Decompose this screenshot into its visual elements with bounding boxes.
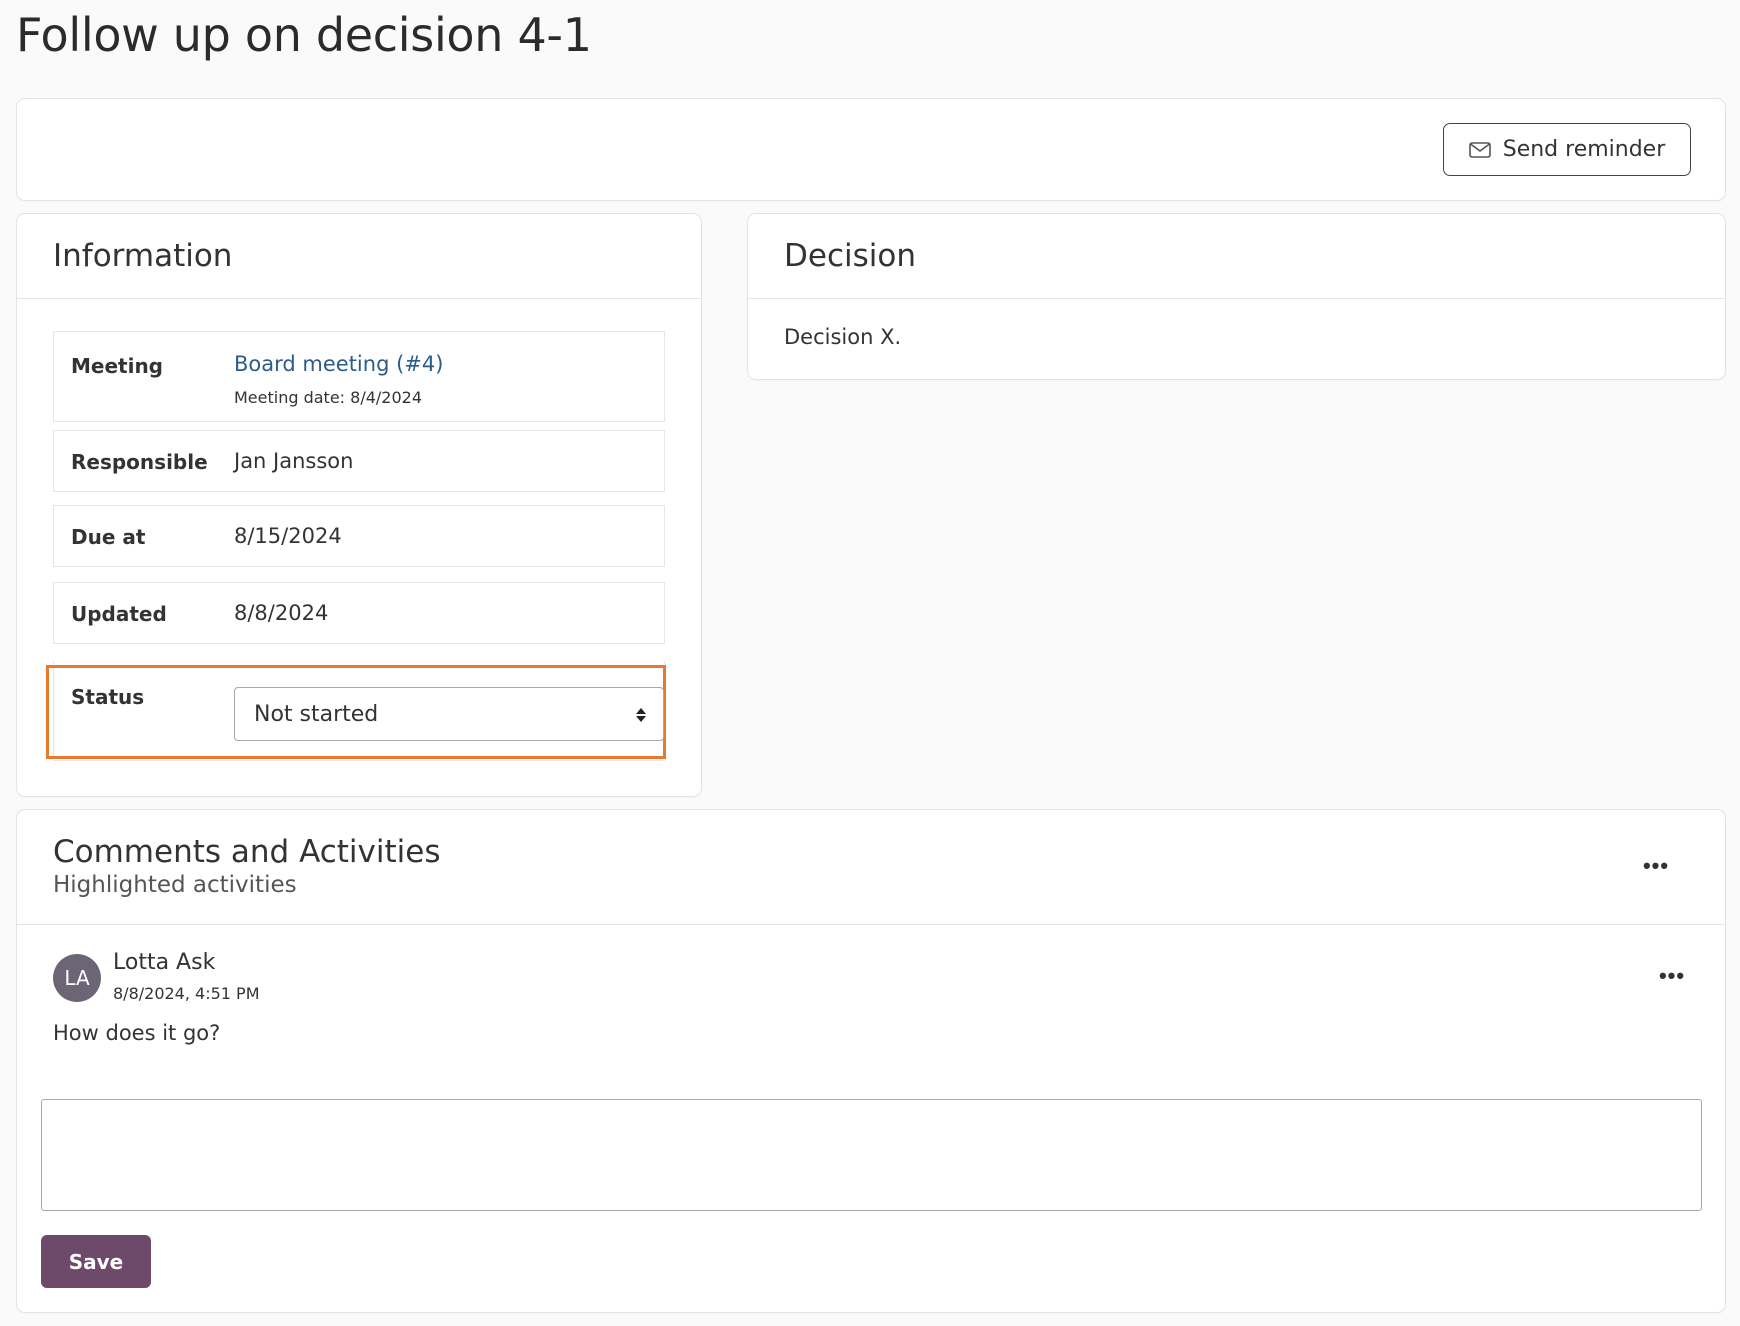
send-reminder-label: Send reminder	[1502, 137, 1666, 162]
updated-label: Updated	[71, 602, 167, 626]
envelope-icon	[1468, 141, 1491, 158]
meeting-label: Meeting	[71, 354, 164, 378]
comment-author: Lotta Ask	[113, 950, 216, 975]
avatar: LA	[53, 954, 101, 1002]
toolbar-card: Send reminder	[16, 98, 1726, 201]
comments-subtitle: Highlighted activities	[53, 872, 297, 898]
responsible-row: Responsible Jan Jansson	[53, 430, 665, 492]
meeting-link[interactable]: Board meeting (#4)	[234, 352, 443, 376]
comments-header: Comments and Activities Highlighted acti…	[17, 810, 1725, 925]
select-arrows-icon	[636, 708, 646, 722]
ellipsis-icon: •••	[1658, 963, 1686, 988]
comment-input[interactable]	[41, 1099, 1702, 1211]
information-card: Information Meeting Board meeting (#4) M…	[16, 213, 702, 797]
decision-header: Decision	[748, 214, 1725, 299]
page-title: Follow up on decision 4-1	[16, 8, 592, 62]
updated-value: 8/8/2024	[234, 601, 329, 625]
responsible-value: Jan Jansson	[234, 449, 354, 473]
comments-card: Comments and Activities Highlighted acti…	[16, 809, 1726, 1313]
comments-more-button[interactable]: •••	[1638, 854, 1674, 878]
comment-text: How does it go?	[53, 1021, 221, 1045]
decision-card: Decision Decision X.	[747, 213, 1726, 380]
comments-title: Comments and Activities	[53, 834, 441, 870]
ellipsis-icon: •••	[1642, 853, 1670, 878]
due-at-value: 8/15/2024	[234, 524, 342, 548]
information-title: Information	[53, 238, 233, 274]
due-at-row: Due at 8/15/2024	[53, 505, 665, 567]
decision-title: Decision	[784, 238, 916, 274]
comment-timestamp: 8/8/2024, 4:51 PM	[113, 984, 260, 1003]
decision-text: Decision X.	[784, 325, 902, 349]
meeting-row: Meeting Board meeting (#4) Meeting date:…	[53, 331, 665, 422]
responsible-label: Responsible	[71, 450, 208, 474]
status-select[interactable]: Not started	[234, 687, 664, 741]
updated-row: Updated 8/8/2024	[53, 582, 665, 644]
comment-more-button[interactable]: •••	[1654, 964, 1690, 988]
status-selected-value: Not started	[254, 701, 379, 727]
send-reminder-button[interactable]: Send reminder	[1443, 123, 1691, 176]
due-at-label: Due at	[71, 525, 146, 549]
meeting-date: Meeting date: 8/4/2024	[234, 388, 423, 407]
information-header: Information	[17, 214, 701, 299]
save-button[interactable]: Save	[41, 1235, 151, 1288]
